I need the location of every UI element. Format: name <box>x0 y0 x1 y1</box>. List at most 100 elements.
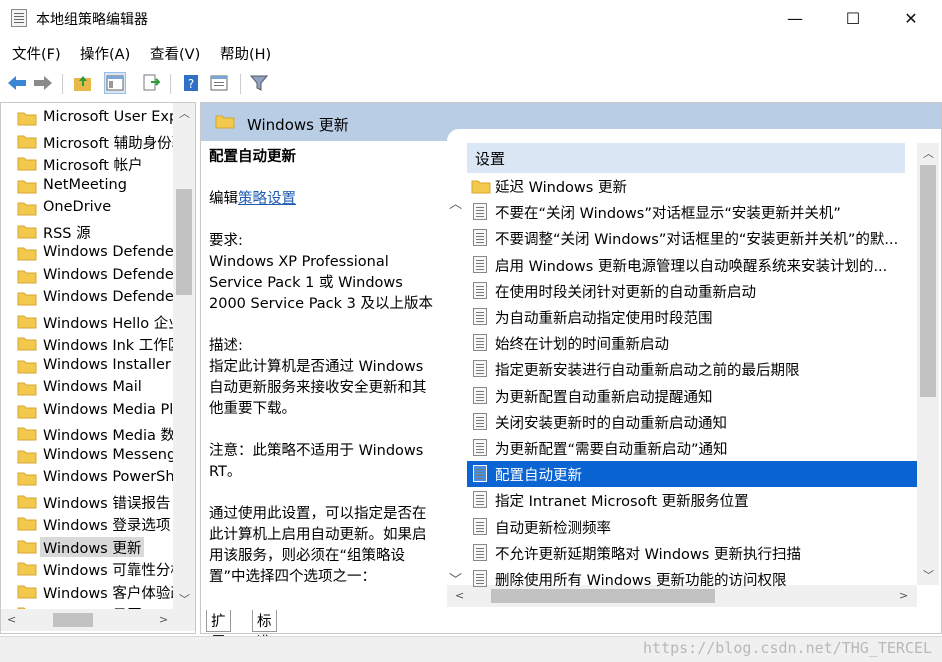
policy-setting-icon <box>473 517 487 535</box>
details-panel: Windows 更新 配置自动更新 编辑策略设置 要求: Windows XP … <box>200 102 942 634</box>
tree-item-label: Windows 客户体验改 <box>43 585 173 602</box>
column-header-label: 设置 <box>475 150 506 168</box>
scroll-down-icon[interactable]: ﹀ <box>179 591 190 607</box>
folder-icon <box>17 516 37 535</box>
folder-icon <box>17 314 37 333</box>
toolbar-separator <box>62 74 63 94</box>
tree-item-label: Windows Messenger <box>43 446 173 463</box>
setting-row[interactable]: 延迟 Windows 更新 <box>467 173 917 199</box>
folder-icon <box>17 449 37 468</box>
maximize-button[interactable]: ☐ <box>824 0 882 36</box>
tree-item[interactable]: Windows Media Player <box>1 400 173 423</box>
list-vertical-scrollbar[interactable]: ︿ ﹀ <box>917 143 939 585</box>
tree-scroll-thumb[interactable] <box>176 189 192 295</box>
tree-item[interactable]: Windows Defender <box>1 287 173 310</box>
folder-icon <box>17 584 37 603</box>
scroll-up-icon[interactable]: ︿ <box>179 105 190 121</box>
tree-item[interactable]: Windows 客户体验改 <box>1 580 173 603</box>
tree-item[interactable]: Windows Media 数字 <box>1 422 173 445</box>
tree-item[interactable]: NetMeeting <box>1 175 173 198</box>
menu-file[interactable]: 文件(F) <box>12 43 61 64</box>
toolbar-separator <box>240 74 241 94</box>
tree-item[interactable]: Windows Hello 企业版 <box>1 310 173 333</box>
collapse-up-icon[interactable]: ︿ <box>449 193 462 212</box>
setting-row[interactable]: 不允许更新延期策略对 Windows 更新执行扫描 <box>467 540 917 566</box>
scroll-up-icon[interactable]: ︿ <box>923 145 934 161</box>
tree-item-label: Microsoft 辅助身份验证 <box>43 135 173 152</box>
menu-view[interactable]: 查看(V) <box>150 43 200 64</box>
scroll-left-icon[interactable]: < <box>7 613 16 626</box>
folder-icon <box>17 404 37 423</box>
setting-label: 自动更新检测频率 <box>495 520 611 537</box>
setting-row[interactable]: 指定 Intranet Microsoft 更新服务位置 <box>467 487 917 513</box>
setting-row[interactable]: 删除使用所有 Windows 更新功能的访问权限 <box>467 566 917 592</box>
setting-row[interactable]: 不要调整“关闭 Windows”对话框里的“安装更新并关机”的默... <box>467 225 917 251</box>
setting-row[interactable]: 指定更新安装进行自动重新启动之前的最后期限 <box>467 356 917 382</box>
tree-item[interactable]: Windows Defender <box>1 242 173 265</box>
edit-policy-link[interactable]: 策略设置 <box>238 191 296 207</box>
scroll-down-icon[interactable]: ﹀ <box>923 567 934 583</box>
scroll-right-icon[interactable]: > <box>159 613 168 626</box>
setting-label: 指定 Intranet Microsoft 更新服务位置 <box>495 494 749 511</box>
tree-item[interactable]: Windows 更新 <box>1 535 173 557</box>
close-button[interactable]: ✕ <box>882 0 940 36</box>
scroll-left-icon[interactable]: < <box>455 589 464 602</box>
tree-horizontal-scrollbar[interactable]: < > <box>1 609 195 631</box>
folder-icon <box>17 179 37 198</box>
setting-row[interactable]: 为自动重新启动指定使用时段范围 <box>467 304 917 330</box>
setting-label: 为更新配置自动重新启动提醒通知 <box>495 389 713 406</box>
tree-item[interactable]: Windows 登录选项 <box>1 512 173 535</box>
tab-extended[interactable]: 扩展 <box>206 610 231 651</box>
tab-standard[interactable]: 标准 <box>252 610 277 651</box>
tree-hscroll-thumb[interactable] <box>53 613 93 627</box>
tree-item[interactable]: Windows 错误报告 <box>1 490 173 513</box>
folder-icon <box>17 201 37 220</box>
properties-icon[interactable] <box>208 72 230 94</box>
setting-label: 在使用时段关闭针对更新的自动重新启动 <box>495 284 756 301</box>
filter-icon[interactable] <box>248 72 270 94</box>
setting-label: 不要在“关闭 Windows”对话框显示“安装更新并关机” <box>495 206 841 223</box>
description-label: 描述: <box>209 338 243 354</box>
tree-item-label: Windows PowerShell <box>43 469 173 485</box>
menu-help[interactable]: 帮助(H) <box>220 43 271 64</box>
tree-item[interactable]: OneDrive <box>1 197 173 220</box>
menu-action[interactable]: 操作(A) <box>80 43 130 64</box>
tree-item[interactable]: Windows Mail <box>1 377 173 400</box>
setting-row[interactable]: 为更新配置自动重新启动提醒通知 <box>467 383 917 409</box>
list-scroll-thumb[interactable] <box>920 165 936 397</box>
settings-column-header[interactable]: 设置 <box>467 143 905 173</box>
tree-item[interactable]: Windows Messenger <box>1 445 173 468</box>
svg-text:?: ? <box>188 77 194 91</box>
export-list-icon[interactable] <box>140 72 162 94</box>
tree-item-label: Windows Defender <box>43 289 173 305</box>
setting-row[interactable]: 在使用时段关闭针对更新的自动重新启动 <box>467 278 917 304</box>
setting-label: 为自动重新启动指定使用时段范围 <box>495 311 713 327</box>
up-folder-icon[interactable] <box>72 72 94 94</box>
tree-item[interactable]: Microsoft 辅助身份验证 <box>1 130 173 153</box>
back-icon[interactable] <box>6 72 28 94</box>
setting-row[interactable]: 配置自动更新 <box>467 461 917 488</box>
setting-label: 关闭安装更新时的自动重新启动通知 <box>495 415 727 432</box>
setting-row[interactable]: 自动更新检测频率 <box>467 514 917 540</box>
tree-item[interactable]: Windows PowerShell <box>1 467 173 490</box>
tree-item[interactable]: Windows Defender <box>1 265 173 288</box>
minimize-button[interactable]: — <box>766 0 824 36</box>
setting-label: 为更新配置“需要自动重新启动”通知 <box>495 442 728 458</box>
tree-item[interactable]: Windows Ink 工作区 <box>1 332 173 355</box>
setting-row[interactable]: 不要在“关闭 Windows”对话框显示“安装更新并关机” <box>467 199 917 225</box>
tree-item[interactable]: RSS 源 <box>1 220 173 243</box>
setting-row[interactable]: 始终在计划的时间重新启动 <box>467 330 917 356</box>
setting-row[interactable]: 关闭安装更新时的自动重新启动通知 <box>467 409 917 435</box>
forward-icon[interactable] <box>32 72 54 94</box>
tree-item[interactable]: Windows Installer <box>1 355 173 378</box>
tree-item[interactable]: Microsoft User Experience <box>1 107 173 130</box>
help-icon[interactable]: ? <box>180 72 202 94</box>
show-hide-tree-icon[interactable] <box>104 72 126 94</box>
tree-vertical-scrollbar[interactable]: ︿ ﹀ <box>173 103 195 609</box>
tree-item[interactable]: Windows 可靠性分析 <box>1 557 173 580</box>
setting-row[interactable]: 启用 Windows 更新电源管理以自动唤醒系统来安装计划的... <box>467 252 917 278</box>
tree-item[interactable]: Microsoft 帐户 <box>1 152 173 175</box>
title-bar: 本地组策略编辑器 — ☐ ✕ <box>0 0 942 36</box>
setting-row[interactable]: 为更新配置“需要自动重新启动”通知 <box>467 435 917 461</box>
folder-icon <box>17 291 37 310</box>
